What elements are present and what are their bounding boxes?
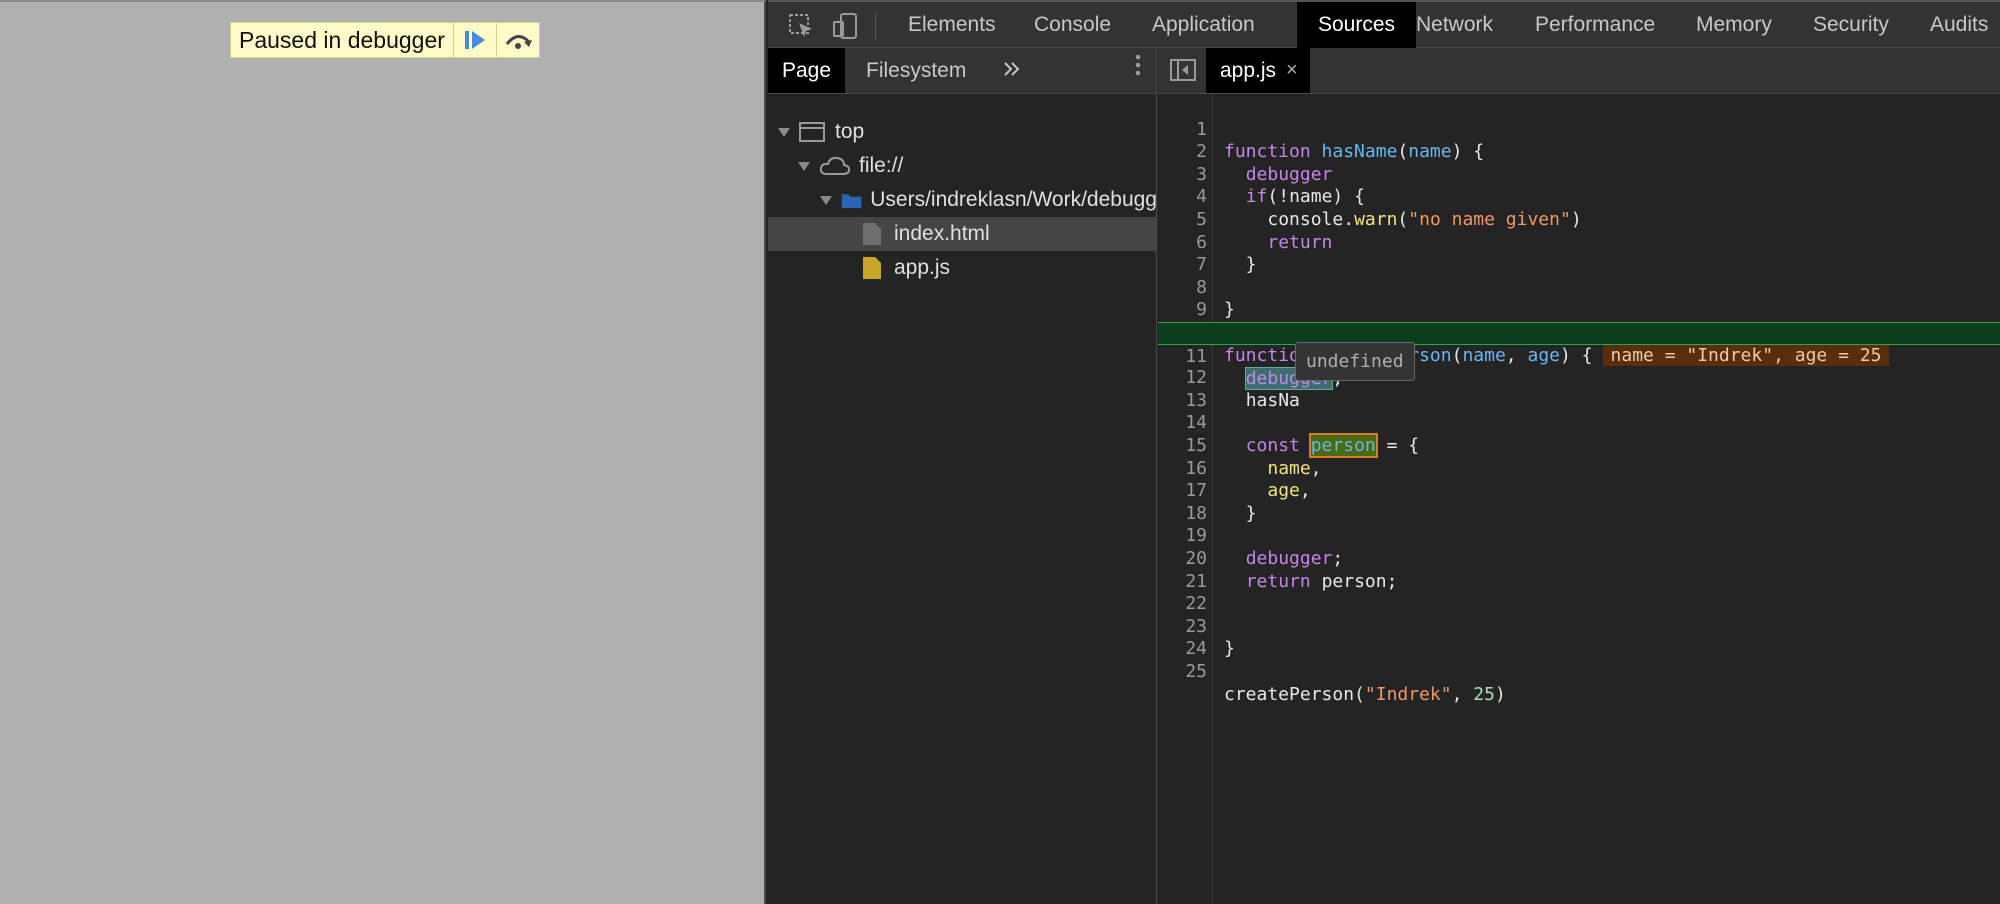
expand-arrow-icon	[778, 127, 790, 137]
line-number: 25	[1185, 660, 1207, 682]
toggle-navigator-button[interactable]	[1170, 58, 1196, 87]
tab-filesystem[interactable]: Filesystem	[866, 48, 966, 93]
resume-icon	[464, 31, 485, 49]
step-over-icon	[505, 35, 532, 49]
inspect-element-icon	[789, 14, 812, 37]
tab-elements[interactable]: Elements	[908, 2, 996, 48]
cloud-icon	[819, 156, 851, 175]
code-line: 17 }	[1158, 458, 2000, 524]
tab-sources[interactable]: Sources	[1297, 2, 1417, 48]
code-line: 15 name,	[1158, 412, 2000, 479]
code-line: 25 createPerson("Indrek", 25)	[1158, 638, 2000, 705]
navigator-tabs: Page Filesystem	[768, 48, 1156, 94]
tree-label-top: top	[835, 120, 865, 143]
code-line: 9	[1158, 277, 2000, 320]
file-tab-app-js[interactable]: app.js ×	[1206, 48, 1310, 93]
code-line: 5 return	[1158, 186, 2000, 253]
line-text: createPerson("Indrek", 25)	[1224, 683, 1506, 705]
code-line: 23 }	[1158, 593, 2000, 660]
editor-tabs: app.js ×	[1158, 48, 2000, 94]
chevron-double-right-icon	[1004, 62, 1020, 76]
code-line: 6 }	[1158, 209, 2000, 276]
code-line: 14 const person = {	[1158, 390, 2000, 458]
code-line: 1 function hasName(name) {	[1158, 96, 2000, 163]
tree-label-index-html: index.html	[894, 222, 990, 245]
paused-overlay: Paused in debugger	[230, 22, 540, 58]
tab-application[interactable]: Application	[1152, 2, 1255, 48]
resume-button[interactable]	[452, 23, 496, 57]
more-tabs-button[interactable]	[997, 48, 1027, 93]
code-area[interactable]: 1 function hasName(name) { 2 debugger 3 …	[1158, 94, 2000, 904]
tree-item-top[interactable]: top	[768, 115, 1156, 149]
code-line: 7	[1158, 232, 2000, 275]
code-line: 12 hasNa	[1158, 345, 2000, 411]
value-tooltip: undefined	[1295, 342, 1415, 381]
code-line: 4 console.warn("no name given")	[1158, 164, 2000, 230]
device-toolbar-button[interactable]	[828, 10, 862, 42]
code-line: 19 debugger;	[1158, 503, 2000, 569]
frame-icon	[799, 122, 825, 142]
kebab-menu-icon	[1135, 54, 1141, 76]
tree-item-origin[interactable]: file://	[768, 149, 1156, 183]
toggle-navigator-icon	[1170, 59, 1196, 81]
tab-memory[interactable]: Memory	[1696, 2, 1772, 48]
code-line: 10 function createPerson(name, age) {nam…	[1158, 299, 2000, 366]
devtools-panel: Elements Console Application Sources Net…	[768, 0, 2000, 904]
code-line: 20 return person;	[1158, 525, 2000, 592]
js-file-icon	[863, 257, 881, 279]
file-tab-label: app.js	[1220, 59, 1277, 82]
code-line: 2 debugger	[1158, 119, 2000, 185]
close-tab-icon[interactable]: ×	[1286, 48, 1298, 93]
tab-console[interactable]: Console	[1034, 2, 1111, 48]
source-editor: app.js × 1 function hasName(name) { 2 de…	[1158, 48, 2000, 904]
code-line: 18	[1158, 480, 2000, 524]
code-line: 24	[1158, 616, 2000, 659]
navigator-menu-button[interactable]	[1128, 48, 1148, 93]
tree-label-app-js: app.js	[894, 256, 951, 279]
folder-icon	[841, 194, 862, 209]
tree-item-folder[interactable]: Users/indreklasn/Work/debugg	[768, 183, 1157, 217]
step-over-button[interactable]	[495, 23, 539, 57]
code-line: 8 }	[1158, 254, 2000, 321]
code-line: 21	[1158, 548, 2000, 592]
devtools-main-toolbar: Elements Console Application Sources Net…	[768, 0, 2000, 48]
tree-item-index-html[interactable]: index.html	[768, 217, 1156, 251]
tab-performance[interactable]: Performance	[1535, 2, 1655, 48]
current-execution-line: 11 debugger;	[1158, 322, 2000, 391]
page-viewport: Paused in debugger	[0, 0, 766, 904]
file-icon	[863, 223, 881, 245]
expand-arrow-icon	[798, 161, 810, 171]
tree-item-app-js[interactable]: app.js	[768, 251, 1156, 285]
code-line: 13	[1158, 367, 2000, 411]
code-line: 22	[1158, 571, 2000, 614]
device-toolbar-icon	[833, 13, 857, 39]
tree-label-folder: Users/indreklasn/Work/debugg	[870, 188, 1157, 211]
toolbar-separator	[875, 12, 876, 40]
expand-arrow-icon	[820, 195, 832, 205]
code-line: 3 if(!name) {	[1158, 141, 2000, 208]
inspect-element-button[interactable]	[784, 10, 818, 42]
tab-security[interactable]: Security	[1813, 2, 1889, 48]
tree-label-origin: file://	[859, 154, 904, 177]
file-navigator: Page Filesystem top file:// Users/indrek…	[768, 48, 1157, 904]
paused-label: Paused in debugger	[239, 27, 445, 53]
tab-audits[interactable]: Audits	[1930, 2, 1988, 48]
tab-network[interactable]: Network	[1416, 2, 1493, 48]
tab-page[interactable]: Page	[768, 48, 846, 93]
code-line: 16 age,	[1158, 435, 2000, 502]
